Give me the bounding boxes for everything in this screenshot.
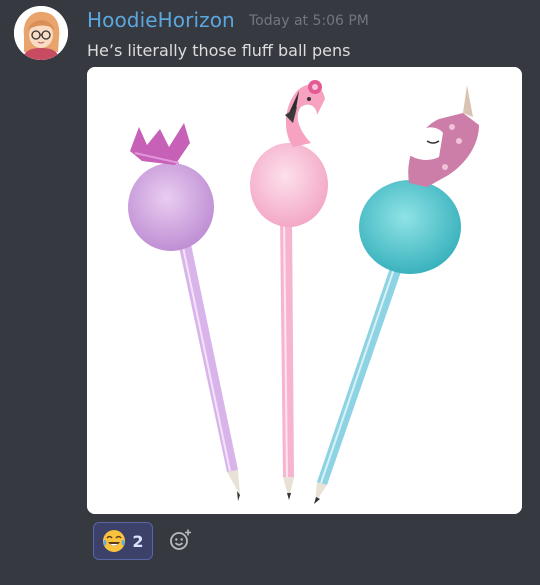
- reaction-joy[interactable]: 2: [93, 522, 153, 560]
- message-content: He’s literally those fluff ball pens: [87, 41, 351, 60]
- pen-photo-image: [87, 67, 522, 514]
- add-reaction-button[interactable]: [168, 528, 192, 552]
- image-attachment[interactable]: [87, 67, 522, 514]
- joy-emoji-icon: [103, 530, 126, 552]
- timestamp: Today at 5:06 PM: [249, 13, 369, 29]
- reaction-count: 2: [132, 531, 144, 551]
- avatar[interactable]: [14, 6, 68, 60]
- avatar-image: [14, 6, 68, 60]
- add-reaction-icon: [170, 529, 191, 550]
- username[interactable]: HoodieHorizon: [87, 7, 235, 33]
